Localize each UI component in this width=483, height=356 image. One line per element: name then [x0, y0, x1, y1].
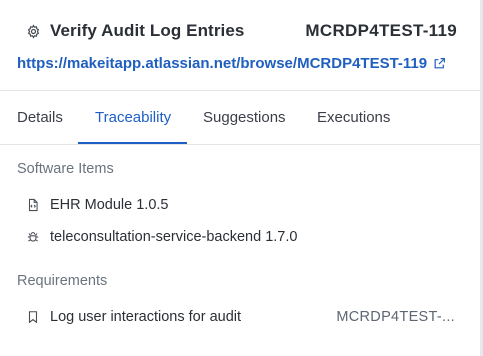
issue-url-row[interactable]: https://makeitapp.atlassian.net/browse/M… — [17, 55, 446, 72]
requirement-key[interactable]: MCRDP4TEST-... — [336, 309, 455, 325]
software-items-heading: Software Items — [17, 161, 114, 177]
code-file-icon — [26, 198, 40, 212]
issue-key: MCRDP4TEST-119 — [305, 21, 457, 40]
software-item-label: EHR Module 1.0.5 — [50, 197, 169, 213]
software-item-row[interactable]: teleconsultation-service-backend 1.7.0 — [26, 227, 455, 247]
tabs-divider — [0, 144, 480, 145]
bug-icon — [26, 230, 40, 244]
requirement-row[interactable]: Log user interactions for audit MCRDP4TE… — [26, 307, 455, 327]
issue-title: Verify Audit Log Entries — [50, 21, 245, 40]
software-item-label: teleconsultation-service-backend 1.7.0 — [50, 229, 298, 245]
tab-bar: Details Traceability Suggestions Executi… — [0, 91, 480, 145]
software-item-row[interactable]: EHR Module 1.0.5 — [26, 195, 455, 215]
tab-details[interactable]: Details — [17, 109, 63, 126]
tab-suggestions[interactable]: Suggestions — [203, 109, 286, 126]
tab-traceability[interactable]: Traceability — [95, 109, 171, 126]
issue-traceability-panel: Verify Audit Log Entries MCRDP4TEST-119 … — [0, 0, 483, 356]
issue-url-link[interactable]: https://makeitapp.atlassian.net/browse/M… — [17, 55, 427, 72]
issue-title-group: Verify Audit Log Entries — [26, 21, 244, 41]
requirements-heading: Requirements — [17, 273, 108, 289]
external-link-icon[interactable] — [433, 57, 446, 70]
gear-icon — [26, 23, 41, 39]
requirement-label: Log user interactions for audit — [50, 309, 242, 325]
tab-executions[interactable]: Executions — [317, 109, 390, 126]
bookmark-icon — [26, 310, 40, 324]
issue-header: Verify Audit Log Entries MCRDP4TEST-119 — [26, 20, 457, 42]
